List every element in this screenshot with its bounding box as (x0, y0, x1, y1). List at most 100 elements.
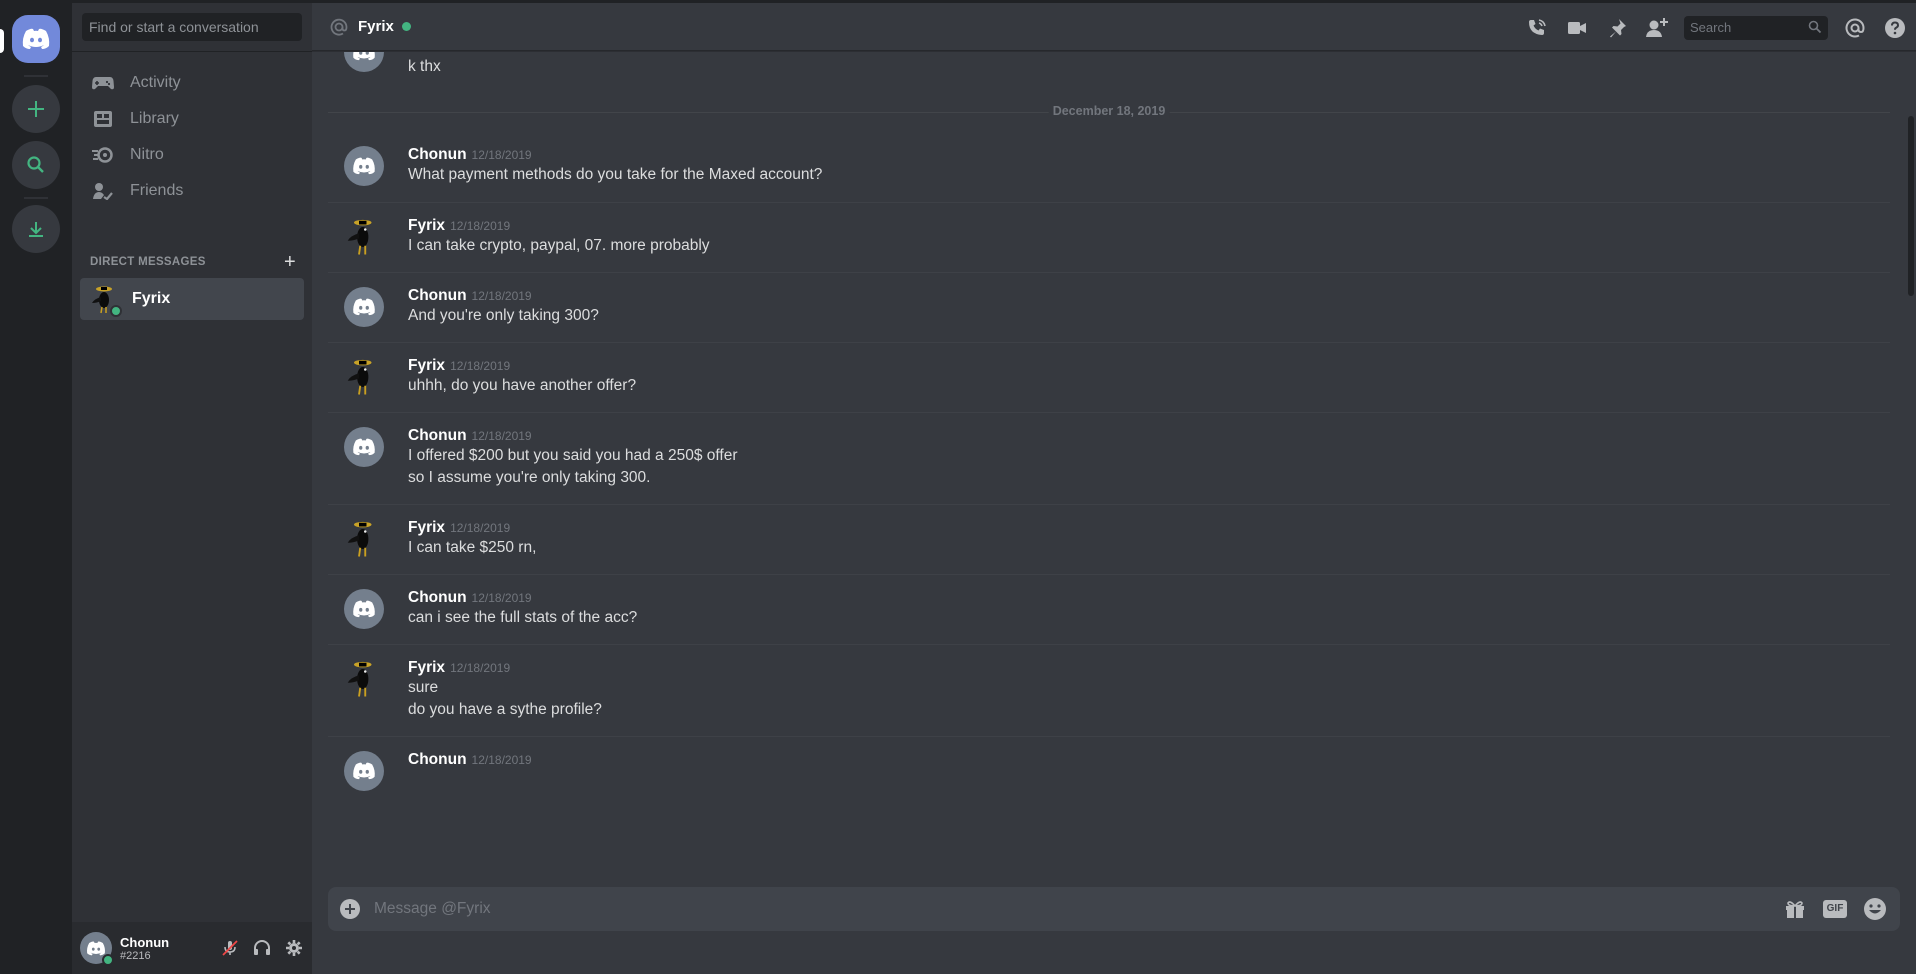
dm-sidebar: Find or start a conversation Activity Li… (72, 3, 312, 974)
message-list[interactable]: k thx December 18, 2019 Chonun 12/18/2019… (312, 52, 1916, 879)
message-text: so I assume you're only taking 300. (408, 469, 651, 486)
message-timestamp: 12/18/2019 (471, 753, 532, 767)
message-text: do you have a sythe profile? (408, 701, 602, 718)
message-text: And you're only taking 300? (408, 307, 599, 324)
message-author[interactable]: Fyrix 12/18/2019 (408, 217, 510, 235)
pin-icon (1610, 19, 1626, 38)
author-name: Fyrix (408, 357, 446, 374)
user-tag: #2216 (120, 949, 151, 962)
gif-button[interactable]: GIF (1822, 896, 1848, 922)
gift-button[interactable] (1782, 896, 1808, 922)
message-author[interactable]: Chonun 12/18/2019 (408, 146, 532, 164)
avatar[interactable] (344, 659, 384, 699)
message-group: Chonun 12/18/2019 And you're only taking 3… (328, 272, 1890, 336)
find-conversation-input[interactable]: Find or start a conversation (82, 13, 302, 41)
avatar[interactable] (344, 427, 384, 467)
message-timestamp: 12/18/2019 (471, 429, 532, 443)
message-text: What payment methods do you take for the… (408, 166, 823, 183)
avatar[interactable] (344, 589, 384, 629)
discord-app: Find or start a conversation Activity Li… (0, 3, 1916, 974)
author-name: Chonun (408, 751, 467, 768)
user-settings-button[interactable] (282, 936, 306, 960)
avatar[interactable] (344, 519, 384, 559)
avatar[interactable] (344, 146, 384, 186)
avatar[interactable] (344, 52, 384, 72)
gear-icon (286, 940, 302, 956)
emoji-smile-icon (1864, 898, 1886, 920)
nitro-icon (92, 144, 114, 166)
message-timestamp: 12/18/2019 (450, 521, 511, 535)
message-group: Fyrix 12/18/2019 sure do you have a sythe p… (328, 644, 1890, 730)
message-group: Fyrix 12/18/2019 I can take crypto, paypal… (328, 202, 1890, 266)
home-button[interactable] (12, 15, 60, 63)
message-timestamp: 12/18/2019 (450, 219, 511, 233)
author-name: Chonun (408, 427, 467, 444)
avatar[interactable] (344, 287, 384, 327)
composer-actions: GIF (1782, 896, 1888, 922)
mentions-button[interactable] (1842, 15, 1868, 41)
start-voice-call-button[interactable] (1524, 15, 1550, 41)
search-placeholder: Search (1690, 20, 1732, 35)
avatar (88, 283, 122, 317)
user-controls (218, 936, 306, 960)
message-author[interactable]: Fyrix 12/18/2019 (408, 659, 510, 677)
download-apps-button[interactable] (12, 205, 60, 253)
header-search-input[interactable]: Search (1684, 16, 1828, 40)
upload-button[interactable] (338, 897, 362, 921)
nav-friends[interactable]: Friends (80, 170, 304, 212)
scrollbar-thumb[interactable] (1908, 116, 1914, 296)
avatar[interactable] (344, 357, 384, 397)
chat-header: Fyrix Search (312, 3, 1916, 51)
rail-separator (24, 197, 48, 199)
message-text: I offered $200 but you said you had a 25… (408, 447, 738, 464)
start-video-call-button[interactable] (1564, 15, 1590, 41)
search-icon (27, 156, 44, 173)
message-timestamp: 12/18/2019 (450, 359, 511, 373)
dm-item-fyrix[interactable]: Fyrix (80, 278, 304, 320)
create-dm-button[interactable]: + (284, 252, 296, 272)
explore-servers-button[interactable] (12, 141, 60, 189)
gamepad-icon (92, 72, 114, 94)
header-toolbar: Search (1524, 15, 1908, 41)
message-group: Chonun 12/18/2019 (328, 736, 1890, 791)
rail-separator (24, 75, 48, 77)
deafen-button[interactable] (250, 936, 274, 960)
author-name: Fyrix (408, 659, 446, 676)
online-status-icon (401, 22, 411, 31)
server-rail (0, 3, 72, 974)
message-author[interactable]: Fyrix 12/18/2019 (408, 519, 510, 537)
dm-section-header: DIRECT MESSAGES + (90, 252, 296, 272)
message-author[interactable]: Fyrix 12/18/2019 (408, 357, 510, 375)
help-icon (1885, 18, 1905, 38)
nav-label: Library (130, 110, 179, 127)
gif-icon: GIF (1823, 900, 1847, 918)
microphone-muted-icon (222, 940, 238, 956)
nav-label: Activity (130, 74, 181, 91)
nav-label: Nitro (130, 146, 164, 163)
author-name: Chonun (408, 146, 467, 163)
message-author[interactable]: Chonun 12/18/2019 (408, 427, 532, 445)
message-author[interactable]: Chonun 12/18/2019 (408, 589, 532, 607)
author-name: Fyrix (408, 519, 446, 536)
message-author[interactable]: Chonun 12/18/2019 (408, 751, 532, 769)
add-server-button[interactable] (12, 85, 60, 133)
help-button[interactable] (1882, 15, 1908, 41)
selected-indicator (0, 29, 4, 53)
add-circle-icon (340, 899, 360, 919)
message-timestamp: 12/18/2019 (471, 591, 532, 605)
message-timestamp: 12/18/2019 (450, 661, 511, 675)
message-author[interactable]: Chonun 12/18/2019 (408, 287, 532, 305)
message-input[interactable] (374, 900, 1782, 918)
message-text: sure (408, 679, 439, 696)
mute-button[interactable] (218, 936, 242, 960)
online-status-icon (102, 954, 114, 966)
avatar[interactable] (80, 932, 114, 966)
emoji-button[interactable] (1862, 896, 1888, 922)
message-group: Chonun 12/18/2019 can i see the full stats… (328, 574, 1890, 638)
date-divider: December 18, 2019 (328, 104, 1890, 118)
avatar[interactable] (344, 217, 384, 257)
avatar[interactable] (344, 751, 384, 791)
add-friends-to-dm-button[interactable] (1644, 15, 1670, 41)
divider (72, 51, 312, 52)
pinned-messages-button[interactable] (1604, 15, 1630, 41)
